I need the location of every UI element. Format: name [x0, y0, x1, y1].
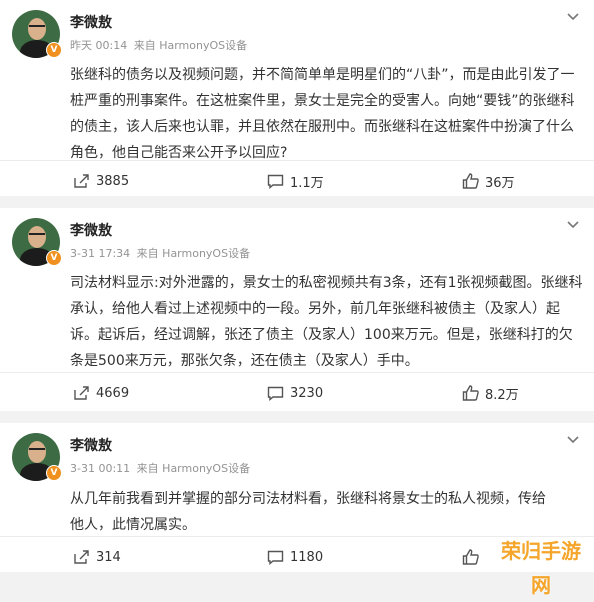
verified-badge-icon: V: [46, 250, 62, 266]
comment-icon: [267, 386, 284, 401]
post-meta: 3-31 17:34 来自 HarmonyOS设备: [70, 245, 253, 261]
like-icon: [462, 173, 479, 189]
comment-button[interactable]: 1180: [267, 537, 323, 577]
comment-count: 1.1万: [290, 175, 324, 191]
repost-button[interactable]: 3885: [73, 161, 129, 201]
post-meta: 3-31 00:11 来自 HarmonyOS设备: [70, 460, 253, 476]
like-count: 8.2万: [485, 387, 519, 403]
post-meta: 昨天 00:14 来自 HarmonyOS设备: [70, 37, 250, 53]
comment-button[interactable]: 3230: [267, 373, 323, 413]
post-source: 来自 HarmonyOS设备: [136, 247, 251, 260]
comment-icon: [267, 174, 284, 189]
chevron-down-icon[interactable]: [566, 10, 580, 26]
action-bar: 4669 3230 8.2万: [0, 372, 594, 413]
like-button[interactable]: 8.2万: [462, 373, 519, 413]
author-name[interactable]: 李微敖: [70, 220, 112, 240]
post-source: 来自 HarmonyOS设备: [136, 462, 251, 475]
like-button[interactable]: [462, 537, 485, 577]
author-name[interactable]: 李微敖: [70, 435, 112, 455]
comment-count: 1180: [290, 549, 324, 565]
repost-button[interactable]: 4669: [73, 373, 129, 413]
action-bar: 3885 1.1万 36万: [0, 160, 594, 201]
post-content: 张继科的债务以及视频问题，并不简简单单是明星们的“八卦”，而是由此引发了一桩严重…: [70, 67, 575, 161]
post-source: 来自 HarmonyOS设备: [133, 39, 248, 52]
avatar-glasses: [29, 233, 45, 239]
post-time: 昨天 00:14: [70, 39, 128, 52]
avatar-glasses: [29, 25, 45, 31]
like-count: 36万: [485, 175, 515, 191]
avatar-glasses: [29, 448, 45, 454]
chevron-down-icon[interactable]: [566, 218, 580, 234]
comment-icon: [267, 550, 284, 565]
repost-count: 4669: [96, 385, 130, 401]
chevron-down-icon[interactable]: [566, 433, 580, 449]
repost-icon: [74, 549, 89, 564]
verified-badge-icon: V: [46, 465, 62, 481]
author-name[interactable]: 李微敖: [70, 12, 112, 32]
repost-count: 314: [96, 549, 121, 565]
post-time: 3-31 17:34: [70, 247, 131, 260]
post-time: 3-31 00:11: [70, 462, 131, 475]
weibo-post: V 李微敖 3-31 17:34 来自 HarmonyOS设备 司法材料显示:对…: [0, 208, 594, 411]
verified-badge-icon: V: [46, 42, 62, 58]
repost-button[interactable]: 314: [73, 537, 121, 577]
comment-count: 3230: [290, 385, 324, 401]
repost-icon: [74, 385, 89, 400]
like-icon: [462, 549, 479, 565]
repost-count: 3885: [96, 173, 130, 189]
post-content: 司法材料显示:对外泄露的，景女士的私密视频共有3条，还有1张视频截图。张继科承认…: [70, 275, 583, 369]
like-button[interactable]: 36万: [462, 161, 515, 201]
post-content: 从几年前我看到并掌握的部分司法材料看，张继科将景女士的私人视频，传给他人，此情况…: [70, 491, 546, 533]
comment-button[interactable]: 1.1万: [267, 161, 324, 201]
site-watermark: 荣归手游网: [501, 539, 581, 597]
like-icon: [462, 385, 479, 401]
weibo-post: V 李微敖 昨天 00:14 来自 HarmonyOS设备 张继科的债务以及视频…: [0, 0, 594, 196]
repost-icon: [74, 173, 89, 188]
